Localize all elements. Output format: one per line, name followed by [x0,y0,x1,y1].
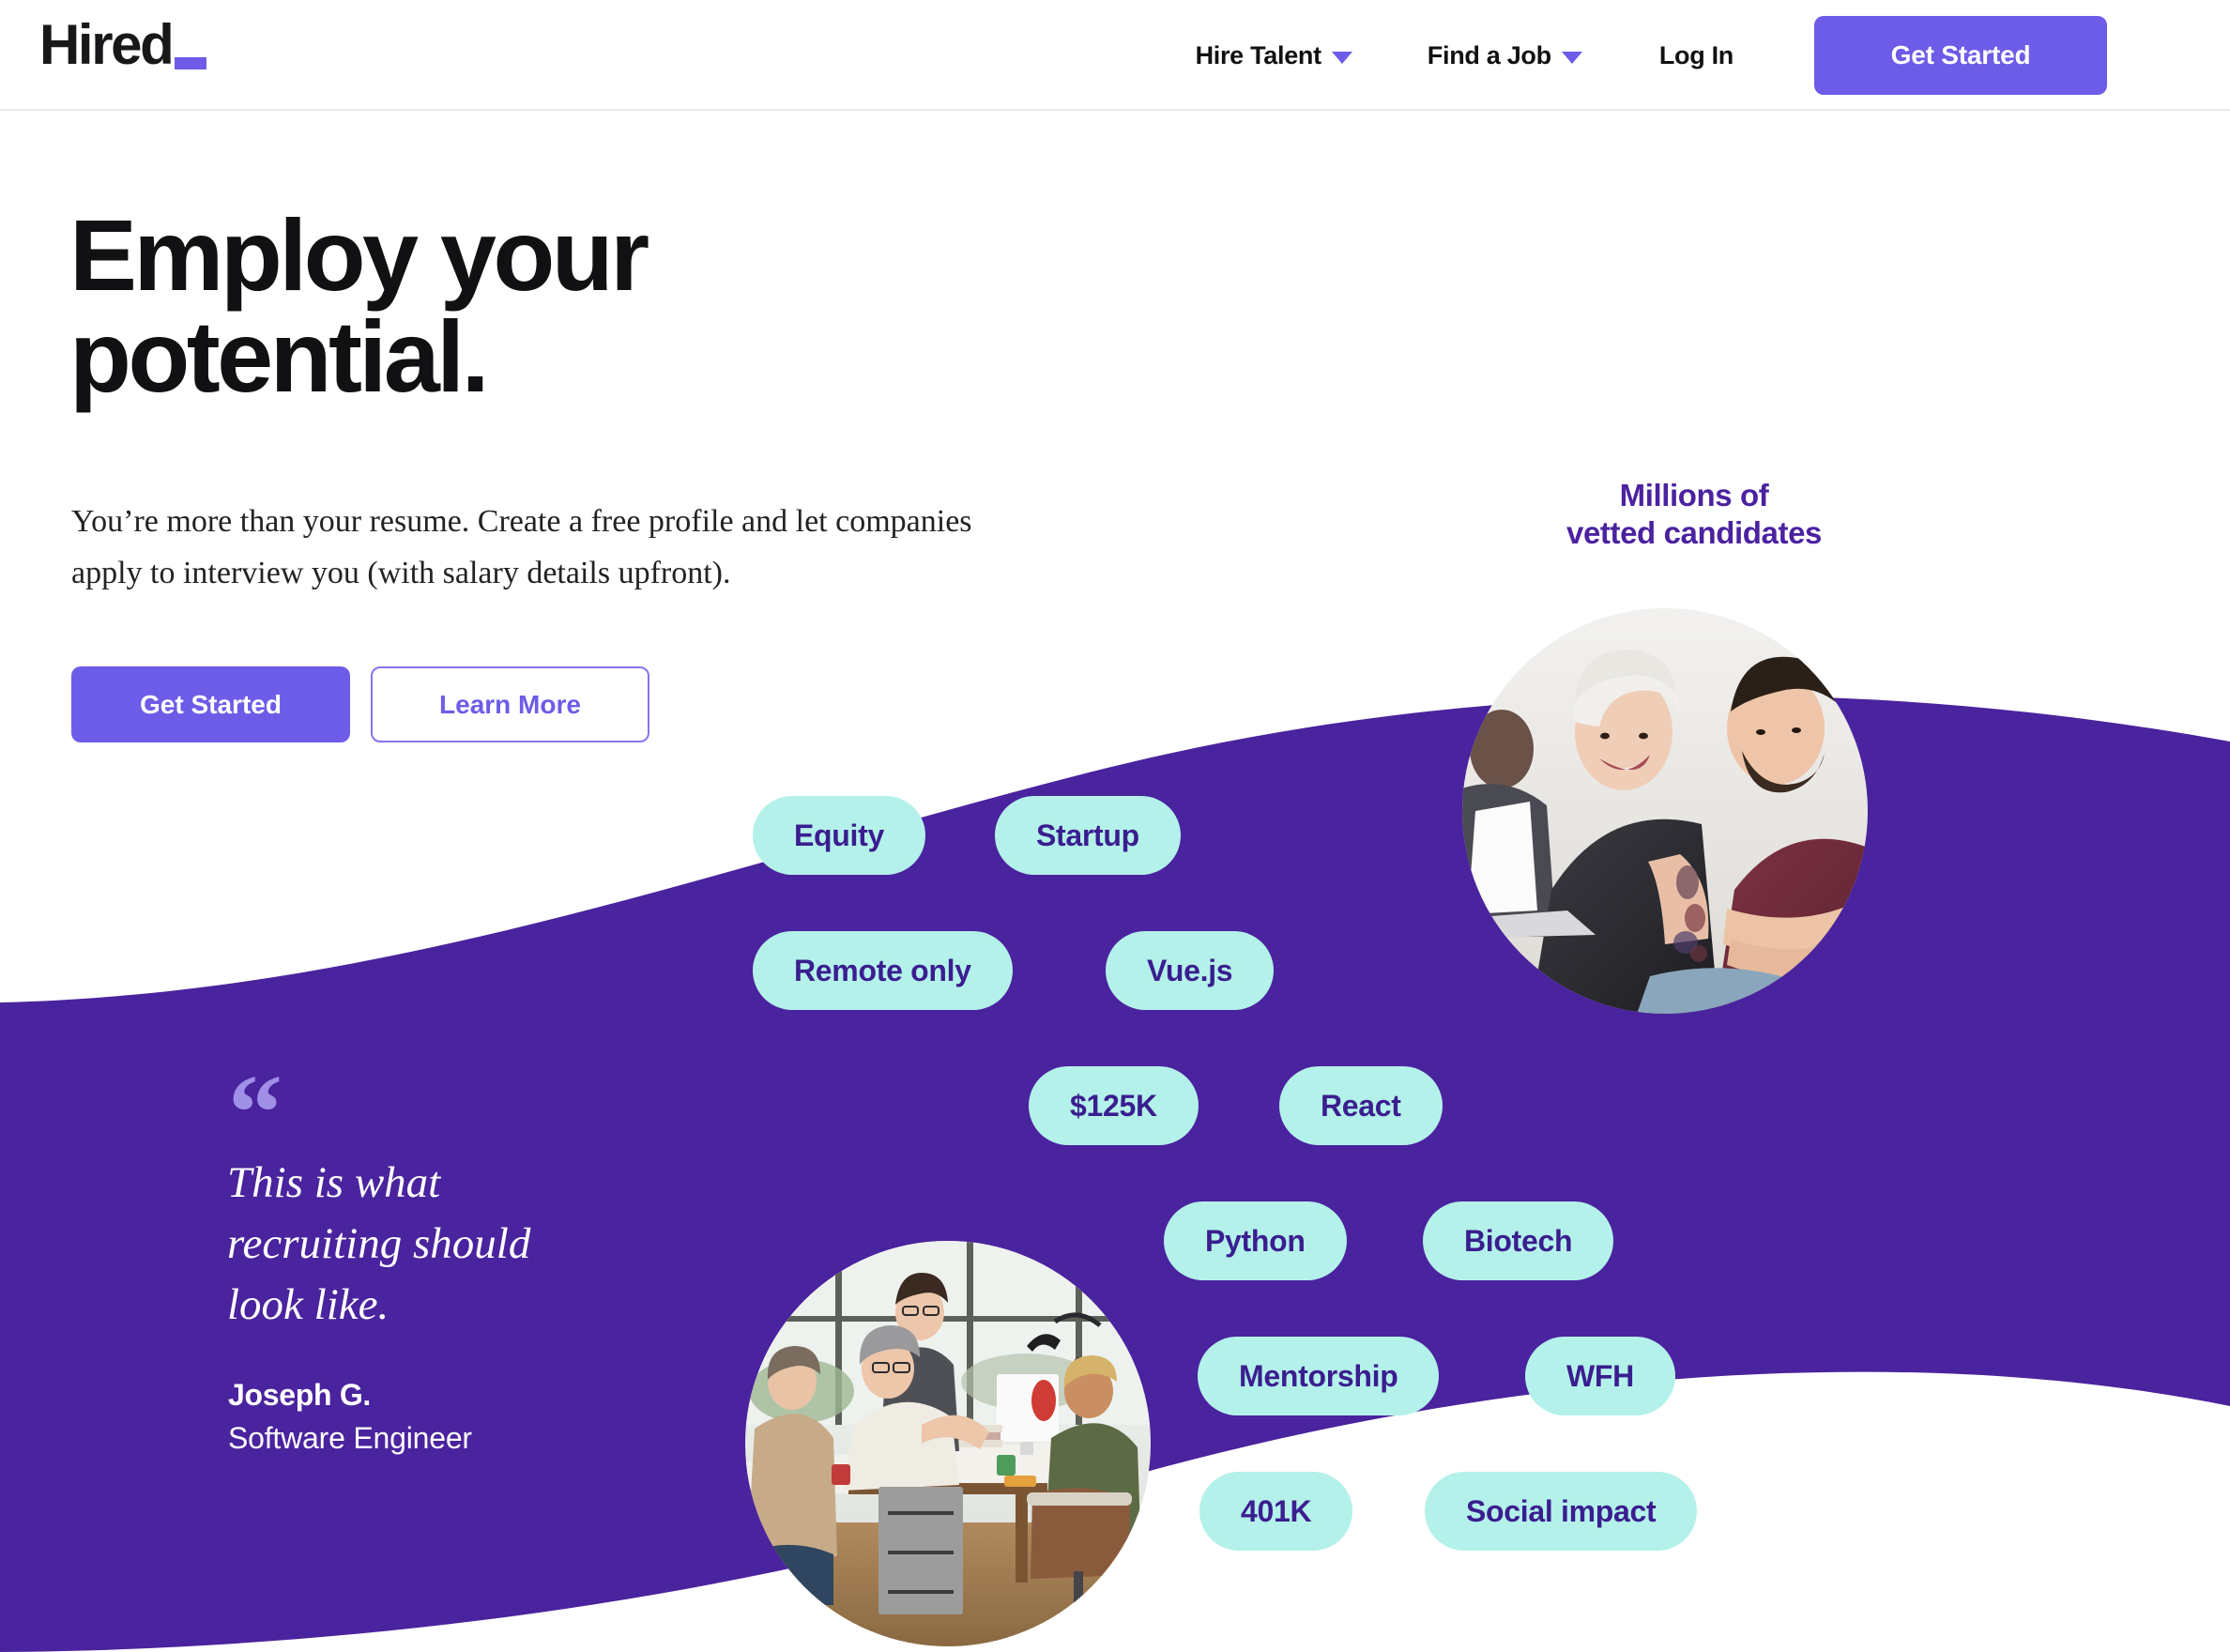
hero-get-started-button[interactable]: Get Started [71,666,350,742]
nav-label-find-a-job: Find a Job [1427,40,1551,69]
hero-title-line-2: potential. [69,299,490,413]
logo-text: Hired [39,13,175,76]
hero-title-line-1: Employ your [69,198,649,312]
testimonial-author: Joseph G. [228,1378,372,1412]
stat-line-1: Millions of [1619,478,1769,512]
header-get-started-button[interactable]: Get Started [1814,16,2107,95]
hero-learn-more-button[interactable]: Learn More [371,666,649,742]
nav-item-log-in[interactable]: Log In [1659,41,1734,70]
page-title: Employ your potential. [69,205,914,407]
office-team-at-desks-photo [745,1241,1151,1646]
pill-vuejs[interactable]: Vue.js [1106,931,1275,1010]
pill-social-impact[interactable]: Social impact [1425,1472,1698,1551]
nav-label-log-in: Log In [1658,40,1734,69]
underscore-icon [175,57,207,69]
pill-401k[interactable]: 401K [1199,1472,1353,1551]
pill-mentorship[interactable]: Mentorship [1198,1337,1440,1415]
pill-salary-125k[interactable]: $125K [1029,1066,1199,1145]
vetted-candidates-stat: Millions of vetted candidates [1506,477,1882,553]
nav-item-find-a-job[interactable]: Find a Job [1428,41,1582,70]
hero-subtitle: You’re more than your resume. Create a f… [71,504,972,591]
pill-biotech[interactable]: Biotech [1423,1201,1614,1280]
nav-label-hire-talent: Hire Talent [1195,40,1322,69]
stat-line-2: vetted candidates [1566,515,1822,551]
hired-logo[interactable]: Hired [39,13,207,76]
primary-nav: Hire Talent Find a Job Log In Get Starte… [1196,0,2229,111]
pill-equity[interactable]: Equity [753,796,925,875]
pill-wfh[interactable]: WFH [1525,1337,1675,1415]
chevron-down-icon [1331,51,1352,64]
nav-item-hire-talent[interactable]: Hire Talent [1196,41,1352,70]
quote-mark-icon: “ [228,1053,283,1173]
testimonial-quote: This is what recruiting should look like… [227,1158,531,1329]
two-colleagues-with-laptop-photo [1462,608,1868,1014]
site-header: Hired Hire Talent Find a Job Log In Get … [0,0,2230,111]
hero-cta-group: Get Started Learn More [71,666,649,742]
pill-python[interactable]: Python [1164,1201,1347,1280]
office-team-photo-circle [745,1241,1151,1646]
pill-remote-only[interactable]: Remote only [753,931,1013,1010]
pill-startup[interactable]: Startup [995,796,1181,875]
pill-react[interactable]: React [1279,1066,1443,1145]
testimonial-role: Software Engineer [228,1421,472,1455]
chevron-down-icon [1561,51,1582,64]
candidates-photo-circle [1462,608,1868,1014]
landing-page: Hired Hire Talent Find a Job Log In Get … [0,0,2230,1652]
